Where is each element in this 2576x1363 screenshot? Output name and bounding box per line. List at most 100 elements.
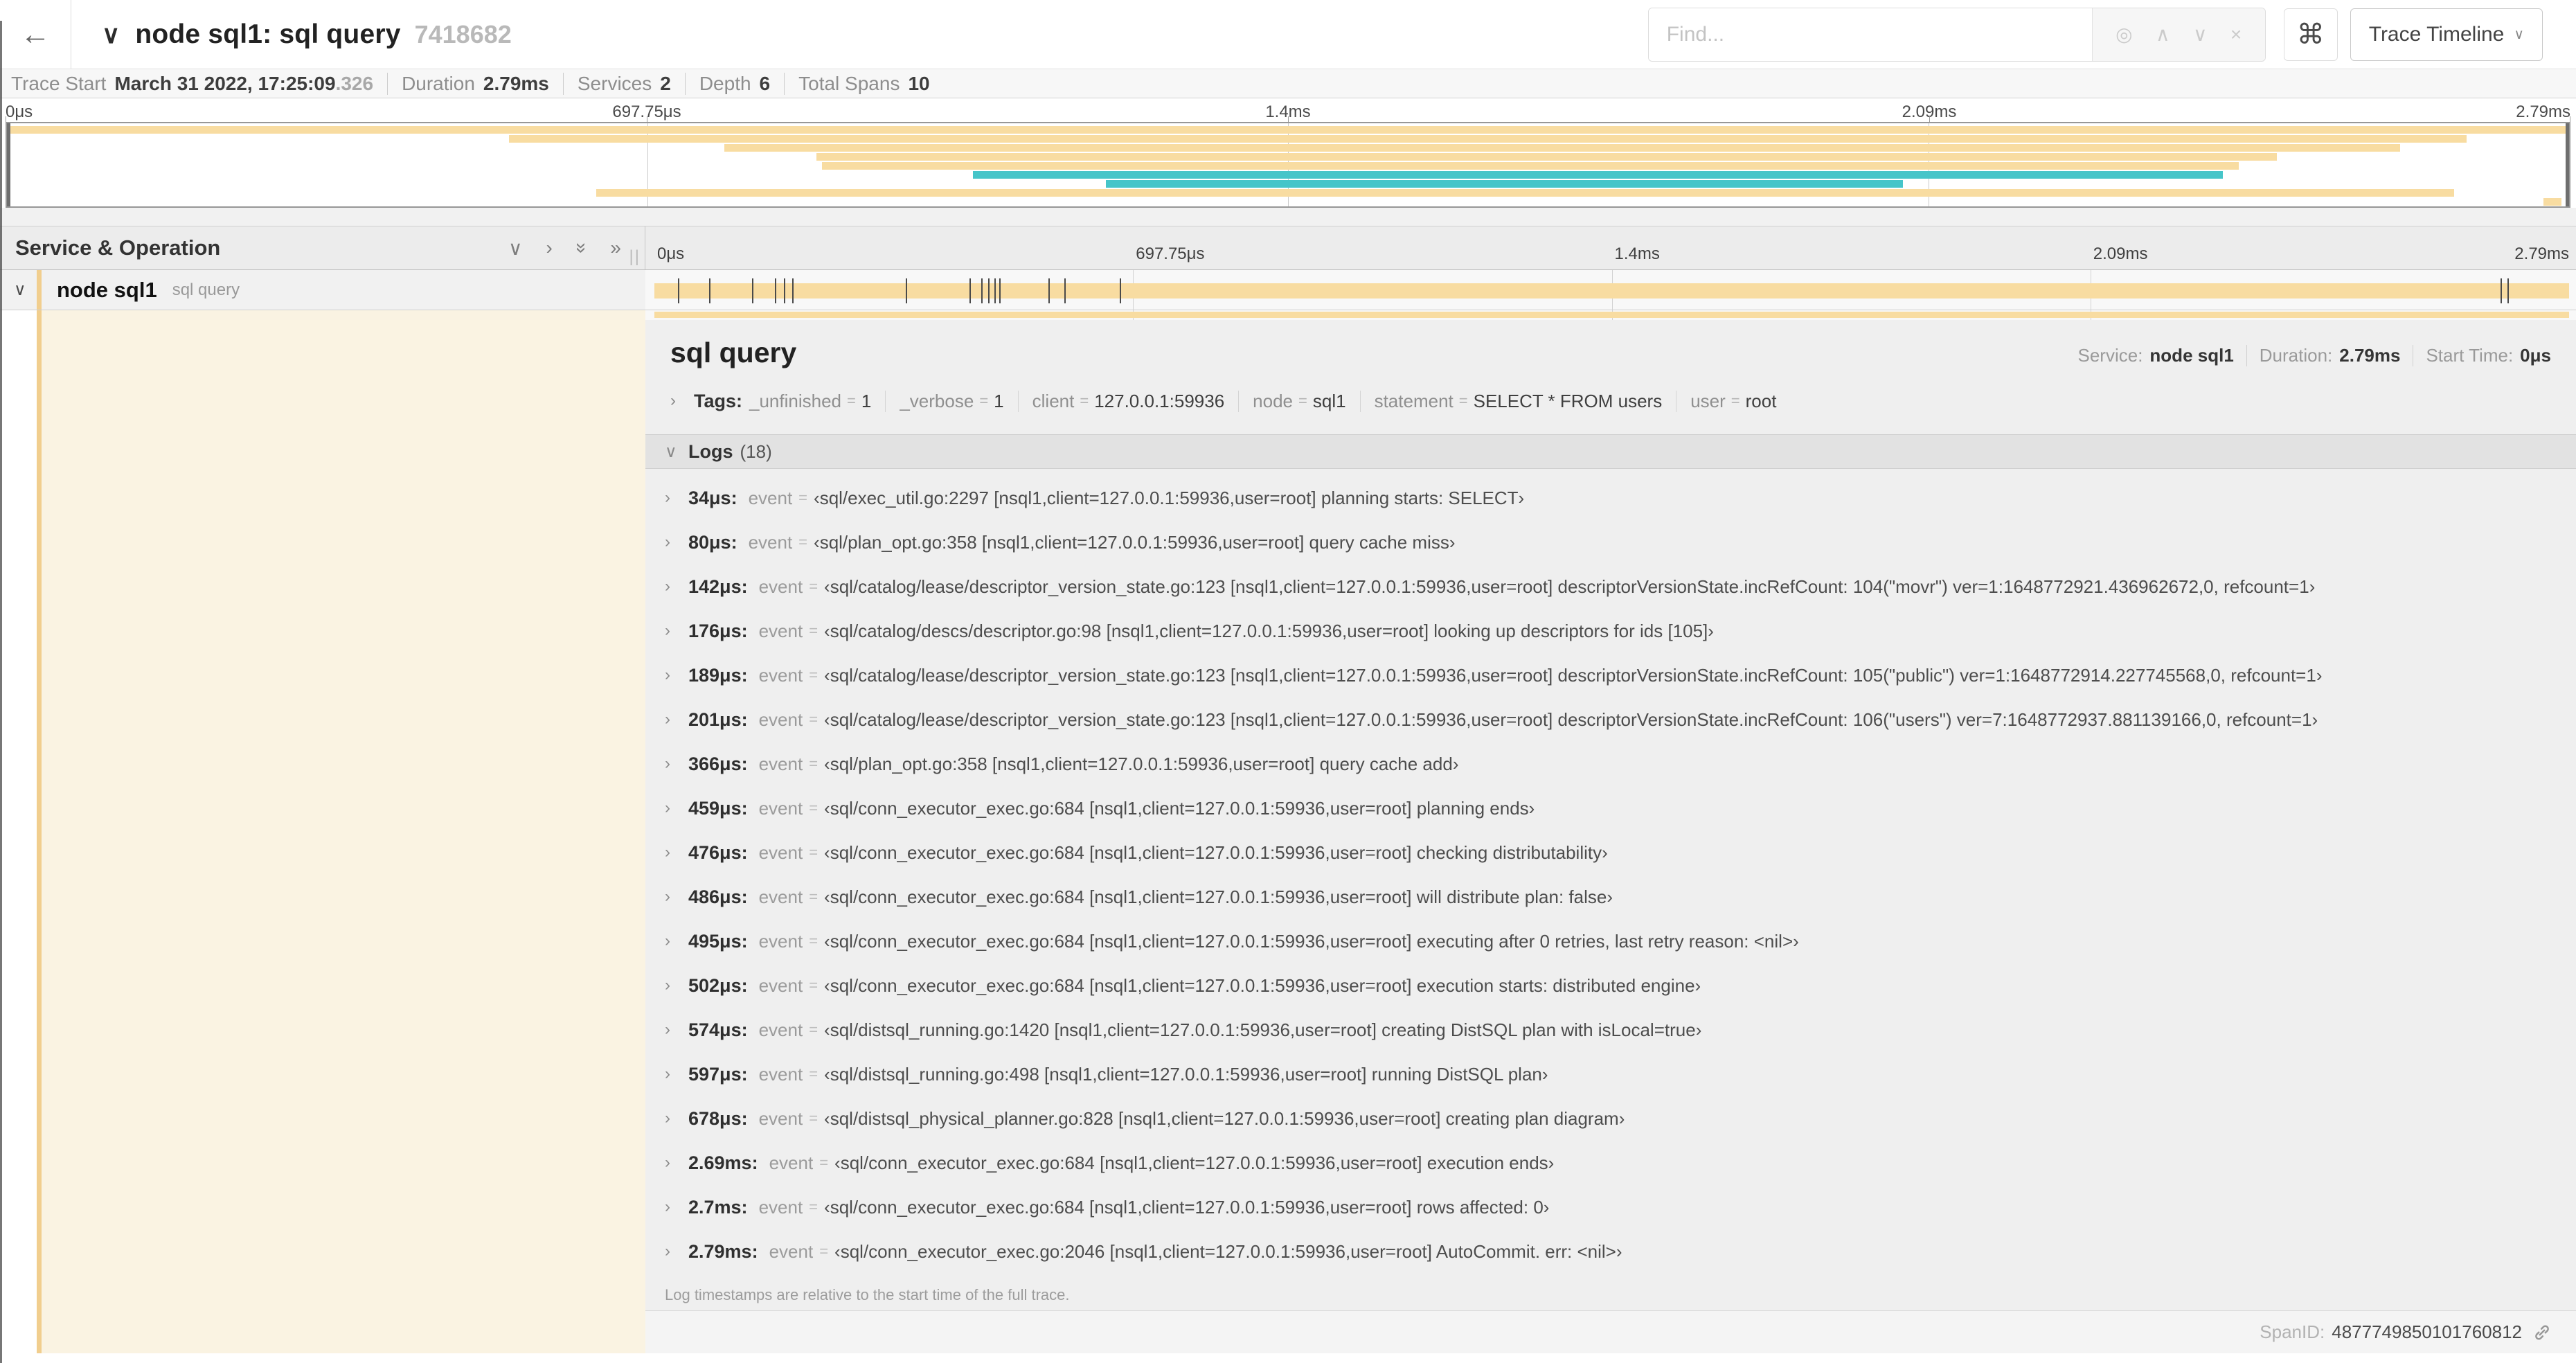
link-icon[interactable] bbox=[2532, 1322, 2552, 1343]
locate-icon[interactable]: ◎ bbox=[2116, 23, 2132, 46]
span-duration-bar[interactable] bbox=[654, 278, 2569, 303]
back-button[interactable]: ← bbox=[0, 0, 71, 69]
log-field-name: event bbox=[769, 1152, 814, 1173]
expand-one-icon[interactable]: › bbox=[546, 237, 553, 259]
span-name-cell[interactable]: ∨ node sql1 sql query bbox=[0, 270, 645, 310]
log-event-marker[interactable] bbox=[987, 278, 990, 303]
tag-item: node = sql1 bbox=[1238, 390, 1346, 412]
trace-summary: Trace Start March 31 2022, 17:25:09 .326… bbox=[0, 69, 2576, 98]
span-row[interactable]: ∨ node sql1 sql query bbox=[0, 270, 2576, 310]
minimap-span-bar bbox=[972, 171, 2224, 179]
log-event-marker[interactable] bbox=[792, 278, 794, 303]
equals-sign: = bbox=[809, 1198, 819, 1215]
log-event-marker[interactable] bbox=[709, 278, 711, 303]
summary-value: 2.79ms bbox=[483, 72, 549, 94]
log-event-marker[interactable] bbox=[1048, 278, 1050, 303]
log-row[interactable]: › 176μs: event = ‹sql/catalog/descs/desc… bbox=[645, 609, 2576, 653]
log-row[interactable]: › 678μs: event = ‹sql/distsql_physical_p… bbox=[645, 1096, 2576, 1141]
log-row[interactable]: › 34μs: event = ‹sql/exec_util.go:2297 [… bbox=[645, 476, 2576, 520]
timeline-tick-label: 2.79ms bbox=[2514, 244, 2569, 263]
log-timestamp: 459μs: bbox=[688, 797, 748, 819]
log-field-name: event bbox=[758, 1196, 803, 1218]
summary-label: Services bbox=[577, 72, 652, 94]
chevron-up-icon[interactable]: ∧ bbox=[2156, 23, 2170, 46]
log-event-marker[interactable] bbox=[999, 278, 1001, 303]
chevron-right-icon: › bbox=[665, 1064, 670, 1083]
span-collapse-chevron-icon[interactable]: ∨ bbox=[14, 280, 37, 300]
log-timestamp: 80μs: bbox=[688, 531, 737, 553]
log-event-marker[interactable] bbox=[775, 278, 777, 303]
log-field-name: event bbox=[758, 841, 803, 863]
log-field-name: event bbox=[758, 620, 803, 641]
log-event-marker[interactable] bbox=[677, 278, 679, 303]
log-row[interactable]: › 189μs: event = ‹sql/catalog/lease/desc… bbox=[645, 653, 2576, 697]
column-resizer-handle[interactable]: || bbox=[629, 247, 641, 267]
log-field-name: event bbox=[748, 531, 793, 553]
view-selector-button[interactable]: Trace Timeline ∨ bbox=[2350, 8, 2543, 61]
log-event-marker[interactable] bbox=[751, 278, 753, 303]
logs-accordion[interactable]: ∨ Logs (18) bbox=[645, 434, 2576, 469]
log-event-marker[interactable] bbox=[981, 278, 983, 303]
log-row[interactable]: › 142μs: event = ‹sql/catalog/lease/desc… bbox=[645, 564, 2576, 609]
detail-header: sql query Service: node sql1 Duration: 2… bbox=[645, 320, 2576, 369]
log-row[interactable]: › 502μs: event = ‹sql/conn_executor_exec… bbox=[645, 963, 2576, 1008]
log-timestamp: 189μs: bbox=[688, 664, 748, 686]
minimap-left-scrubber-handle[interactable] bbox=[7, 123, 10, 206]
log-value: ‹sql/catalog/lease/descriptor_version_st… bbox=[824, 576, 2316, 597]
chevron-right-icon: › bbox=[665, 887, 670, 906]
tag-value: root bbox=[1745, 390, 1777, 411]
minimap-right-scrubber-handle[interactable] bbox=[2566, 123, 2569, 206]
trace-collapse-chevron-icon[interactable]: ∨ bbox=[102, 20, 120, 49]
chevron-right-icon: › bbox=[665, 488, 670, 507]
tag-item: _verbose = 1 bbox=[885, 390, 1004, 412]
log-timestamp: 34μs: bbox=[688, 487, 737, 508]
log-row[interactable]: › 476μs: event = ‹sql/conn_executor_exec… bbox=[645, 830, 2576, 875]
log-row[interactable]: › 486μs: event = ‹sql/conn_executor_exec… bbox=[645, 875, 2576, 919]
log-event-marker[interactable] bbox=[2507, 278, 2509, 303]
log-event-marker[interactable] bbox=[905, 278, 907, 303]
log-row[interactable]: › 2.69ms: event = ‹sql/conn_executor_exe… bbox=[645, 1141, 2576, 1185]
log-row[interactable]: › 574μs: event = ‹sql/distsql_running.go… bbox=[645, 1008, 2576, 1052]
log-event-marker[interactable] bbox=[1064, 278, 1066, 303]
log-row[interactable]: › 495μs: event = ‹sql/conn_executor_exec… bbox=[645, 919, 2576, 963]
log-event-marker[interactable] bbox=[994, 278, 996, 303]
log-event-marker[interactable] bbox=[784, 278, 786, 303]
meta-label: Duration: bbox=[2259, 345, 2333, 366]
tags-list: _unfinished = 1 _verbose = 1 client = 12… bbox=[749, 390, 1777, 412]
log-value: ‹sql/conn_executor_exec.go:2046 [nsql1,c… bbox=[834, 1240, 1622, 1262]
log-row[interactable]: › 597μs: event = ‹sql/distsql_running.go… bbox=[645, 1052, 2576, 1096]
find-input[interactable] bbox=[1648, 8, 2092, 61]
collapse-one-icon[interactable]: ∨ bbox=[508, 237, 523, 260]
log-row[interactable]: › 459μs: event = ‹sql/conn_executor_exec… bbox=[645, 786, 2576, 830]
summary-label: Duration bbox=[402, 72, 475, 94]
log-row[interactable]: › 80μs: event = ‹sql/plan_opt.go:358 [ns… bbox=[645, 520, 2576, 564]
expand-all-icon[interactable]: » bbox=[610, 237, 621, 259]
detail-span-title: sql query bbox=[670, 337, 797, 368]
minimap-canvas[interactable] bbox=[6, 122, 2570, 208]
log-field-name: event bbox=[758, 797, 803, 819]
log-timestamp: 176μs: bbox=[688, 620, 748, 641]
log-row[interactable]: › 2.79ms: event = ‹sql/conn_executor_exe… bbox=[645, 1229, 2576, 1274]
find-box: ◎ ∧ ∨ × bbox=[1647, 7, 2266, 62]
log-row[interactable]: › 366μs: event = ‹sql/plan_opt.go:358 [n… bbox=[645, 742, 2576, 786]
log-row[interactable]: › 201μs: event = ‹sql/catalog/lease/desc… bbox=[645, 697, 2576, 742]
tag-key: statement bbox=[1374, 390, 1454, 411]
keyboard-shortcuts-button[interactable]: ⌘ bbox=[2283, 8, 2338, 61]
tags-accordion[interactable]: › Tags: _unfinished = 1 _verbose = 1 cli… bbox=[645, 387, 2576, 415]
minimap-span-bar bbox=[816, 153, 2278, 161]
chevron-down-icon[interactable]: ∨ bbox=[2193, 23, 2208, 46]
detail-meta-item: Service: node sql1 bbox=[2078, 345, 2234, 366]
span-operation-name: sql query bbox=[172, 280, 240, 299]
collapse-all-icon[interactable]: » bbox=[571, 242, 593, 253]
log-value: ‹sql/catalog/descs/descriptor.go:98 [nsq… bbox=[824, 620, 1714, 641]
log-row[interactable]: › 2.7ms: event = ‹sql/conn_executor_exec… bbox=[645, 1185, 2576, 1229]
minimap-gap bbox=[0, 208, 2576, 226]
clear-icon[interactable]: × bbox=[2230, 24, 2242, 46]
log-event-marker[interactable] bbox=[969, 278, 971, 303]
spanid-value: 4877749850101760812 bbox=[2332, 1321, 2522, 1342]
tags-title: Tags: bbox=[694, 390, 743, 411]
meta-label: Start Time: bbox=[2426, 345, 2514, 366]
log-event-marker[interactable] bbox=[1119, 278, 1121, 303]
span-bar-cell[interactable] bbox=[645, 270, 2576, 310]
log-event-marker[interactable] bbox=[2501, 278, 2502, 303]
